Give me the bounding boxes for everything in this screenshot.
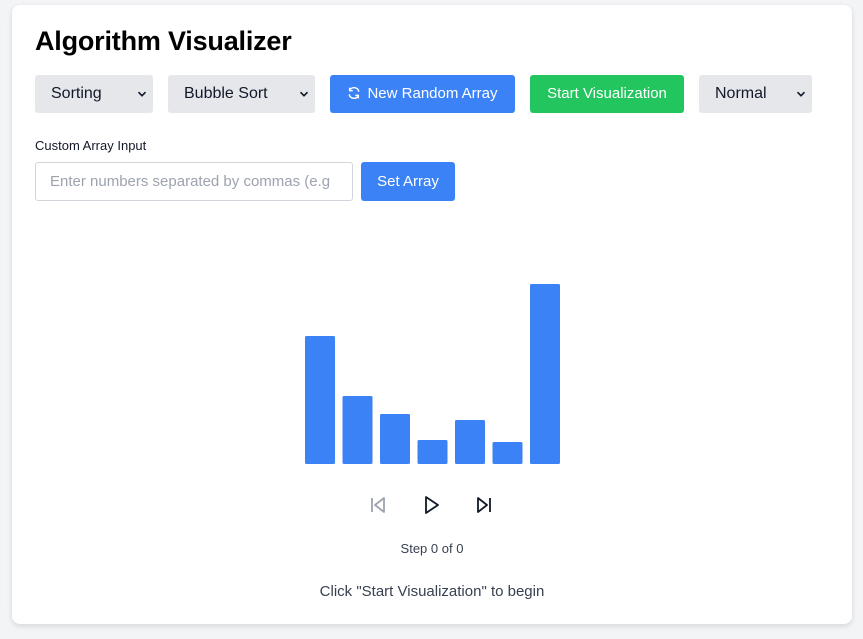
new-random-array-label: New Random Array: [367, 85, 498, 102]
custom-array-label: Custom Array Input: [35, 138, 147, 153]
new-random-array-button[interactable]: New Random Array: [330, 75, 515, 113]
array-bar: [530, 284, 560, 464]
chevron-down-icon: [299, 91, 309, 97]
array-bar: [305, 336, 335, 464]
category-select-value: Sorting: [51, 85, 102, 102]
array-bar: [455, 420, 485, 464]
play-icon[interactable]: [420, 494, 442, 516]
speed-select[interactable]: Normal: [699, 75, 812, 113]
step-counter: Step 0 of 0: [400, 541, 464, 556]
skip-back-icon[interactable]: [367, 494, 389, 516]
chevron-down-icon: [796, 91, 806, 97]
visualizer-card: Algorithm Visualizer Sorting Bubble Sort…: [12, 5, 852, 624]
start-visualization-button[interactable]: Start Visualization: [530, 75, 684, 113]
category-select[interactable]: Sorting: [35, 75, 153, 113]
custom-array-input[interactable]: [35, 162, 353, 201]
array-bar: [417, 440, 448, 464]
status-message: Click "Start Visualization" to begin: [319, 583, 545, 600]
array-bar-chart: [305, 284, 560, 464]
set-array-label: Set Array: [377, 173, 439, 190]
refresh-icon: [348, 86, 360, 100]
array-bar: [380, 414, 410, 464]
speed-select-value: Normal: [715, 85, 767, 102]
page-title: Algorithm Visualizer: [35, 26, 292, 56]
skip-forward-icon[interactable]: [473, 494, 495, 516]
algorithm-select-value: Bubble Sort: [184, 85, 268, 102]
start-visualization-label: Start Visualization: [547, 85, 667, 102]
chevron-down-icon: [137, 91, 147, 97]
set-array-button[interactable]: Set Array: [361, 162, 455, 201]
array-bar: [342, 396, 373, 464]
array-bar: [492, 442, 523, 464]
algorithm-select[interactable]: Bubble Sort: [168, 75, 315, 113]
